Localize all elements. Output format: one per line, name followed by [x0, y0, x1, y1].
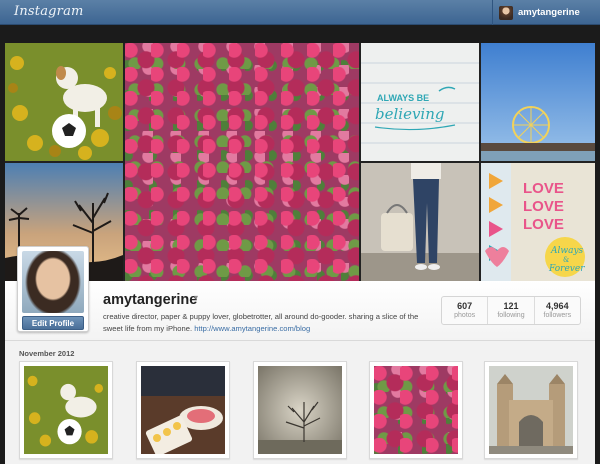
topbar-username: amytangerine [518, 7, 580, 18]
mosaic-photo-pier [481, 43, 595, 161]
believing-line-1: ALWAYS BE [377, 93, 429, 103]
believing-line-2: believing [375, 105, 445, 123]
avatar-icon [499, 5, 513, 20]
stat-followers[interactable]: 4,964 followers [535, 297, 580, 324]
stat-photos-value: 607 [457, 301, 473, 311]
profile-avatar-frame: Edit Profile [17, 246, 89, 332]
feed-photo-dog[interactable] [19, 361, 113, 459]
mosaic-photo-love: LOVE LOVE LOVE Always & Forever [481, 163, 595, 281]
user-menu-button[interactable]: amytangerine [492, 0, 600, 25]
top-nav-bar: Instagram amytangerine [0, 0, 600, 25]
forever-line-1: Always [550, 246, 584, 256]
love-line-3: LOVE [523, 216, 564, 233]
stat-photos-label: photos [454, 312, 476, 319]
avatar[interactable] [22, 251, 84, 313]
stat-following[interactable]: 121 following [488, 297, 535, 324]
stat-followers-label: followers [543, 312, 572, 319]
forever-line-3: Forever [548, 264, 585, 274]
edit-profile-button[interactable]: Edit Profile [22, 316, 84, 330]
feed-photo-food[interactable] [136, 361, 230, 459]
feed-photo-ivy[interactable] [369, 361, 463, 459]
profile-stats: 607 photos 121 following 4,964 followers [441, 296, 581, 325]
header-photo-mosaic: ALWAYS BE believing LOVE LOVE LOVE Alway… [5, 43, 595, 281]
mosaic-photo-believing: ALWAYS BE believing [361, 43, 479, 161]
profile-bio: creative director, paper & puppy lover, … [103, 311, 423, 334]
month-heading: November 2012 [19, 349, 75, 358]
love-line-1: LOVE [523, 180, 564, 197]
profile-username: amytangerine [103, 292, 198, 308]
bio-link[interactable]: http://www.amytangerine.com/blog [194, 324, 310, 333]
forever-line-2: & [563, 256, 569, 264]
feed-photo-tree[interactable] [253, 361, 347, 459]
stat-photos[interactable]: 607 photos [442, 297, 489, 324]
stat-followers-value: 4,964 [546, 301, 569, 311]
instagram-logo[interactable]: Instagram [14, 4, 84, 19]
stat-following-value: 121 [503, 301, 519, 311]
mosaic-photo-outfit [361, 163, 479, 281]
mosaic-photo-ivy [125, 43, 359, 281]
stat-following-label: following [497, 312, 525, 319]
chevron-down-icon[interactable]: ▾ [194, 293, 198, 302]
feed-photo-building[interactable] [484, 361, 578, 459]
love-line-2: LOVE [523, 198, 564, 215]
mosaic-photo-dog [5, 43, 123, 161]
